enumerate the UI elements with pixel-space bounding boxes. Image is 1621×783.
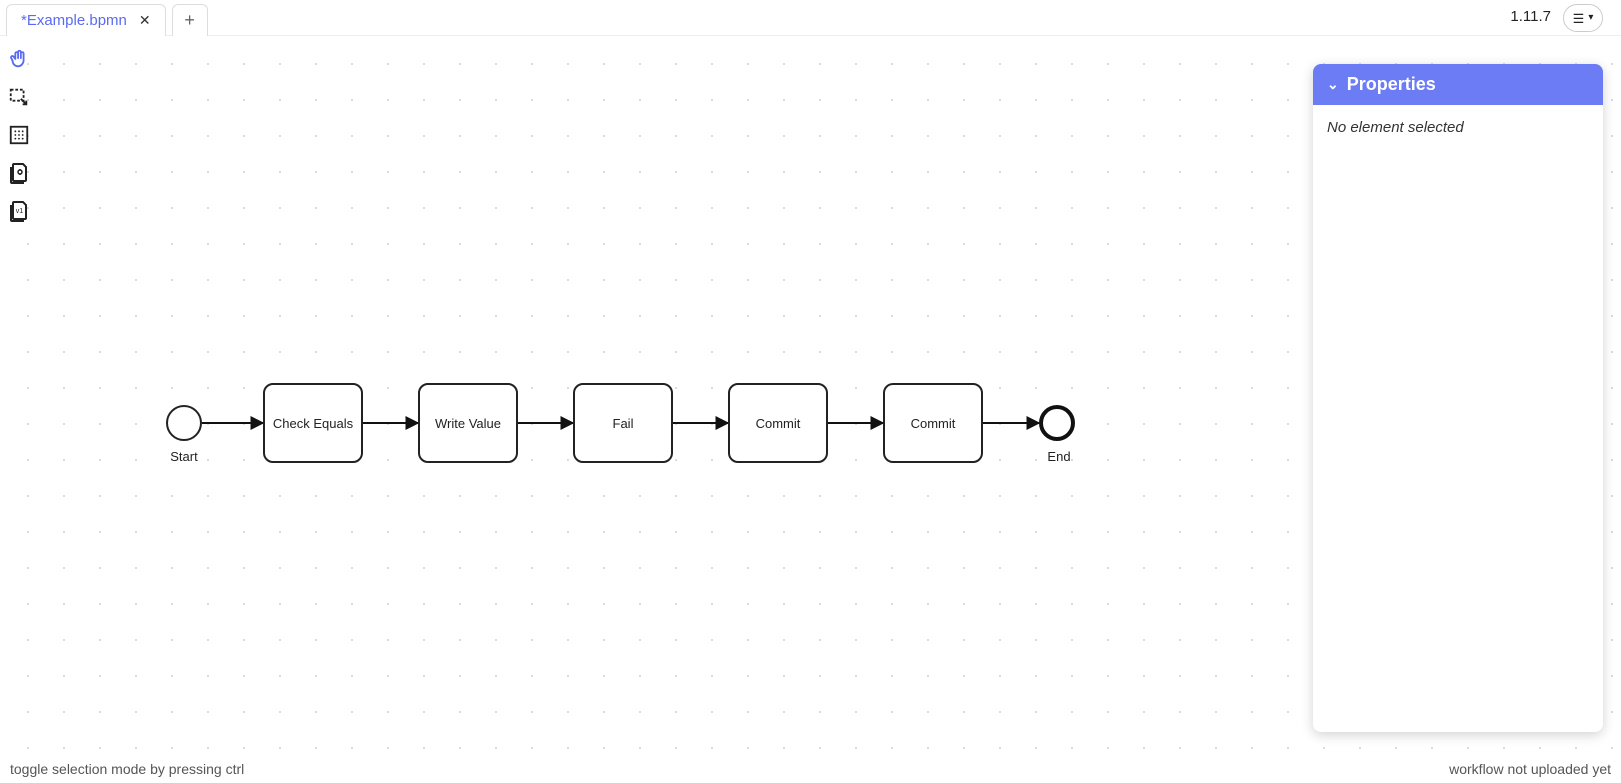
version-label: 1.11.7 (1510, 8, 1551, 25)
status-right: workflow not uploaded yet (1449, 761, 1611, 777)
chevron-down-icon: ⌄ (1327, 76, 1339, 93)
config-docs-icon (7, 161, 31, 185)
bpmn-task[interactable]: Check Equals (263, 383, 363, 463)
properties-panel-title: Properties (1347, 74, 1436, 95)
bpmn-end-label: End (1041, 449, 1077, 464)
toolbox: v1 (4, 44, 44, 226)
version-docs-button[interactable]: v1 (4, 196, 34, 226)
file-tab-title: *Example.bpmn (21, 12, 127, 29)
properties-panel: ⌄ Properties No element selected (1313, 64, 1603, 732)
main-menu-button[interactable]: ☰ ▾ (1563, 4, 1603, 32)
properties-panel-body: No element selected (1313, 105, 1603, 150)
bpmn-task-label: Check Equals (273, 416, 353, 431)
bpmn-task-label: Commit (911, 416, 956, 431)
space-tool-icon (8, 124, 30, 146)
tab-row: *Example.bpmn ✕ + (0, 0, 208, 36)
bpmn-end-event[interactable] (1039, 405, 1075, 441)
bpmn-start-event[interactable] (166, 405, 202, 441)
bpmn-task[interactable]: Commit (728, 383, 828, 463)
bpmn-task-label: Commit (756, 416, 801, 431)
hamburger-icon: ☰ (1573, 12, 1585, 25)
lasso-tool-icon (8, 86, 30, 108)
version-docs-icon: v1 (7, 199, 31, 223)
close-icon[interactable]: ✕ (135, 12, 155, 29)
config-docs-button[interactable] (4, 158, 34, 188)
status-left: toggle selection mode by pressing ctrl (10, 761, 244, 777)
bpmn-task[interactable]: Write Value (418, 383, 518, 463)
bpmn-task-label: Write Value (435, 416, 501, 431)
hand-tool-icon (8, 48, 30, 70)
bpmn-task-label: Fail (613, 416, 634, 431)
properties-panel-header[interactable]: ⌄ Properties (1313, 64, 1603, 105)
bpmn-task[interactable]: Fail (573, 383, 673, 463)
status-bar: toggle selection mode by pressing ctrl w… (0, 755, 1621, 783)
bpmn-start-label: Start (164, 449, 204, 464)
space-tool-button[interactable] (4, 120, 34, 150)
svg-text:v1: v1 (16, 208, 24, 215)
bpmn-task[interactable]: Commit (883, 383, 983, 463)
file-tab[interactable]: *Example.bpmn ✕ (6, 4, 166, 36)
plus-icon: + (184, 10, 195, 31)
hand-tool-button[interactable] (4, 44, 34, 74)
lasso-tool-button[interactable] (4, 82, 34, 112)
add-tab-button[interactable]: + (172, 4, 208, 36)
chevron-down-icon: ▾ (1588, 13, 1593, 23)
topbar: *Example.bpmn ✕ + 1.11.7 ☰ ▾ (0, 0, 1621, 36)
